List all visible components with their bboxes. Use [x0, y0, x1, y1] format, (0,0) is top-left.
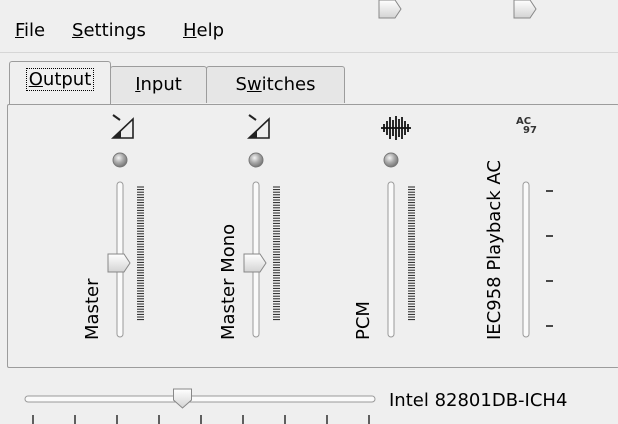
tab-output-rest: utput: [42, 69, 92, 90]
channel-label: IEC958 Playback AC: [484, 160, 505, 340]
channel-master-mono: Master Mono: [218, 114, 280, 340]
tab-output[interactable]: Output: [9, 61, 111, 104]
channel-label: Master Mono: [218, 224, 239, 340]
slider-handle[interactable]: [243, 253, 267, 273]
slider-handle[interactable]: [107, 253, 131, 273]
volume-ramp-icon: [110, 114, 134, 139]
slider-track[interactable]: [387, 181, 395, 338]
channel-label: PCM: [353, 301, 374, 340]
slider-handle[interactable]: [378, 0, 402, 19]
mute-led-icon[interactable]: [248, 152, 264, 168]
slider-track[interactable]: [522, 181, 530, 338]
channel-pcm: PCM: [353, 0, 415, 340]
volume-slider[interactable]: [513, 0, 537, 338]
card-slider[interactable]: [24, 388, 376, 409]
level-meter: [137, 186, 144, 321]
slider-handle[interactable]: [513, 0, 537, 19]
mute-led-icon[interactable]: [112, 152, 128, 168]
level-meter: [273, 186, 280, 321]
ac97-icon: AC 97: [516, 116, 537, 136]
tab-output-label: Output: [25, 68, 95, 91]
volume-slider[interactable]: [107, 181, 131, 338]
ac97-icon-bottom: 97: [523, 125, 537, 136]
card-name: Intel 82801DB-ICH4: [389, 390, 567, 411]
channel-label: Master: [82, 278, 103, 340]
volume-slider[interactable]: [243, 181, 267, 338]
waveform-icon: [381, 116, 411, 140]
slider-ticks: [546, 190, 553, 327]
channel-iec958: AC 97 IEC958 Playback AC: [484, 0, 553, 340]
card-slider-handle[interactable]: [173, 388, 192, 409]
card-slider-track[interactable]: [24, 395, 376, 403]
volume-slider[interactable]: [378, 0, 402, 338]
level-meter: [408, 186, 415, 321]
mute-led-icon[interactable]: [383, 152, 399, 168]
tab-output-mnemonic: O: [28, 69, 43, 90]
card-slider-ticks: [32, 415, 370, 424]
channel-master: Master: [82, 114, 144, 340]
volume-ramp-icon: [246, 114, 270, 139]
